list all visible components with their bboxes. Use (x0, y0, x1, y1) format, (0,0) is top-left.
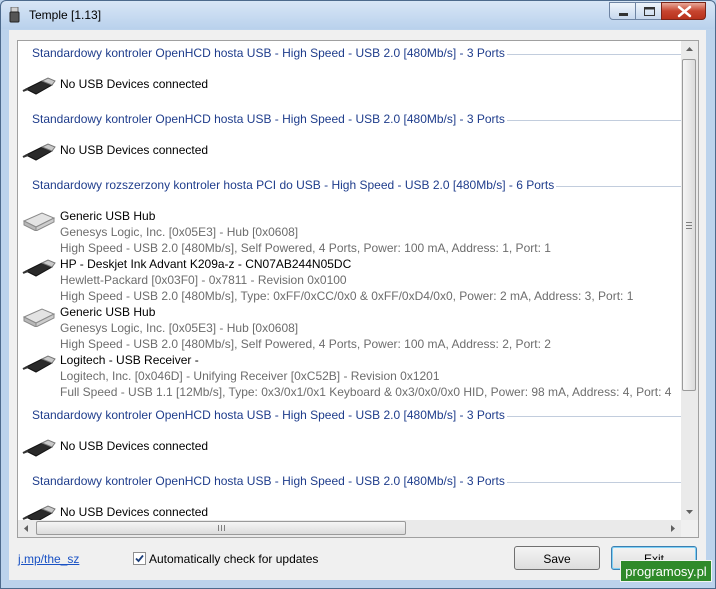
horizontal-scroll-thumb[interactable] (36, 521, 406, 535)
close-icon (677, 5, 692, 18)
auto-check-checkbox[interactable] (133, 552, 146, 565)
scroll-right-icon[interactable] (664, 520, 681, 537)
device-name: No USB Devices connected (60, 439, 209, 453)
close-button[interactable] (661, 2, 706, 20)
device-detail: Genesys Logic, Inc. [0x05E3] - Hub [0x06… (60, 225, 299, 239)
controller-header: Standardowy rozszerzony kontroler hosta … (32, 178, 555, 192)
minimize-icon (619, 13, 628, 16)
scroll-down-icon[interactable] (681, 503, 698, 520)
scroll-left-icon[interactable] (18, 520, 35, 537)
usb-plug-icon (22, 257, 56, 282)
usb-list-content: Standardowy kontroler OpenHCD hosta USB … (18, 41, 681, 520)
device-detail: Hewlett-Packard [0x03F0] - 0x7811 - Revi… (60, 273, 347, 287)
usb-plug-icon (22, 75, 56, 100)
controller-header: Standardowy kontroler OpenHCD hosta USB … (32, 112, 505, 126)
device-name: Logitech - USB Receiver - (60, 353, 199, 367)
device-name: Generic USB Hub (60, 209, 156, 223)
device-name: No USB Devices connected (60, 505, 209, 519)
controller-separator (507, 416, 681, 417)
device-detail: High Speed - USB 2.0 [480Mb/s], Self Pow… (60, 241, 551, 255)
horizontal-scrollbar[interactable] (18, 520, 681, 537)
device-name: No USB Devices connected (60, 77, 209, 91)
controller-header: Standardowy kontroler OpenHCD hosta USB … (32, 474, 505, 488)
device-name: Generic USB Hub (60, 305, 156, 319)
title-bar[interactable]: Temple [1.13] (1, 1, 715, 29)
controller-separator (507, 54, 681, 55)
maximize-button[interactable] (635, 2, 662, 20)
minimize-button[interactable] (609, 2, 636, 20)
usb-app-icon (9, 7, 20, 23)
client-area: Standardowy kontroler OpenHCD hosta USB … (9, 30, 706, 580)
usb-hub-icon (22, 209, 56, 234)
scrollbar-corner (681, 520, 698, 537)
usb-plug-icon (22, 437, 56, 462)
controller-header: Standardowy kontroler OpenHCD hosta USB … (32, 46, 505, 60)
vertical-scroll-thumb[interactable] (682, 59, 696, 391)
device-detail: Genesys Logic, Inc. [0x05E3] - Hub [0x06… (60, 321, 299, 335)
device-name: HP - Deskjet Ink Advant K209a-z - CN07AB… (60, 257, 352, 271)
app-window: Temple [1.13] Standardowy kontroler Open… (0, 0, 716, 589)
usb-plug-icon (22, 141, 56, 166)
checkmark-icon (135, 554, 144, 563)
device-detail: High Speed - USB 2.0 [480Mb/s], Self Pow… (60, 337, 551, 351)
device-name: No USB Devices connected (60, 143, 209, 157)
usb-plug-icon (22, 503, 56, 520)
usb-hub-icon (22, 305, 56, 330)
save-button[interactable]: Save (514, 546, 600, 570)
scroll-up-icon[interactable] (681, 41, 698, 58)
controller-header: Standardowy kontroler OpenHCD hosta USB … (32, 408, 505, 422)
controller-separator (556, 186, 681, 187)
auto-check-label: Automatically check for updates (149, 552, 319, 566)
controller-separator (507, 482, 681, 483)
maximize-icon (644, 7, 655, 16)
device-detail: Full Speed - USB 1.1 [12Mb/s], Type: 0x3… (60, 385, 672, 399)
vertical-scrollbar[interactable] (681, 41, 698, 520)
watermark-badge: programosy.pl (620, 560, 712, 582)
usb-plug-icon (22, 353, 56, 378)
window-title: Temple [1.13] (29, 8, 102, 22)
homepage-link[interactable]: j.mp/the_sz (18, 552, 79, 566)
device-detail: Logitech, Inc. [0x046D] - Unifying Recei… (60, 369, 440, 383)
usb-device-list[interactable]: Standardowy kontroler OpenHCD hosta USB … (17, 40, 699, 538)
controller-separator (507, 120, 681, 121)
device-detail: High Speed - USB 2.0 [480Mb/s], Type: 0x… (60, 289, 634, 303)
